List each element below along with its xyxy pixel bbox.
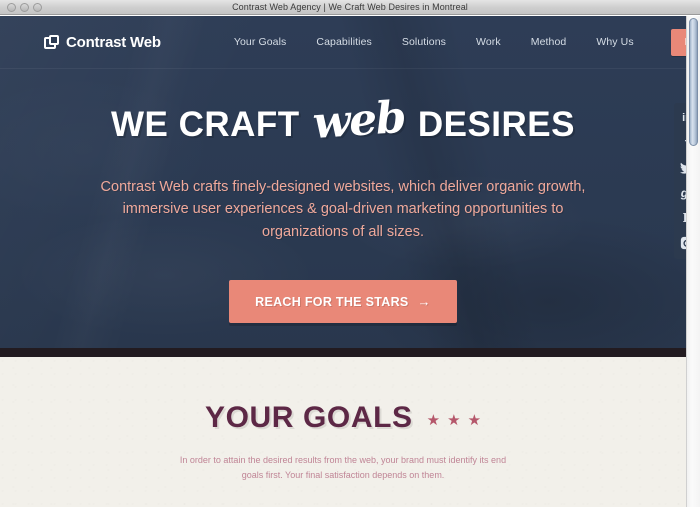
nav-item-why-us[interactable]: Why Us (581, 36, 648, 48)
vertical-scrollbar[interactable] (686, 16, 700, 507)
nav-item-work[interactable]: Work (461, 36, 516, 48)
star-icon: ★ (447, 411, 461, 429)
site-navbar: Contrast Web Your Goals Capabilities Sol… (0, 16, 686, 69)
hero-headline-part2: DESIRES (417, 104, 575, 144)
window-title: Contrast Web Agency | We Craft Web Desir… (232, 2, 468, 12)
star-rating-decoration: ★ ★ ★ (427, 413, 481, 428)
goals-title-row: YOUR GOALS ★ ★ ★ (0, 401, 686, 435)
nav-item-capabilities[interactable]: Capabilities (301, 36, 386, 48)
logo-text: Contrast Web (66, 33, 161, 51)
hero-section: Contrast Web Your Goals Capabilities Sol… (0, 16, 686, 348)
hero-headline-part1: WE CRAFT (111, 104, 300, 144)
scrollbar-thumb[interactable] (689, 18, 698, 146)
page-viewport: Contrast Web Your Goals Capabilities Sol… (0, 16, 700, 507)
star-icon: ★ (426, 411, 441, 429)
hero-content: WE CRAFT web DESIRES Contrast Web crafts… (0, 69, 686, 324)
hero-cta-label: REACH FOR THE STARS (255, 294, 409, 309)
goals-subtitle: In order to attain the desired results f… (179, 455, 507, 480)
section-divider (0, 348, 686, 357)
lets-talk-button[interactable]: Let's Talk ⟶ (670, 28, 686, 56)
arrow-right-icon: → (417, 294, 431, 310)
star-icon: ★ (467, 411, 482, 429)
webpage: Contrast Web Your Goals Capabilities Sol… (0, 16, 686, 507)
hero-headline-script-word: web (310, 91, 407, 150)
site-logo[interactable]: Contrast Web (44, 34, 161, 51)
hero-cta-wrapper: REACH FOR THE STARS → (0, 280, 686, 324)
reach-for-the-stars-button[interactable]: REACH FOR THE STARS → (229, 280, 457, 324)
browser-window: Contrast Web Agency | We Craft Web Desir… (0, 0, 700, 507)
nav-links: Your Goals Capabilities Solutions Work M… (219, 28, 686, 56)
goals-heading: YOUR GOALS (204, 401, 413, 434)
nav-item-method[interactable]: Method (516, 36, 582, 48)
hero-headline: WE CRAFT web DESIRES (0, 92, 686, 149)
contrast-web-logo-icon (44, 34, 59, 50)
nav-item-your-goals[interactable]: Your Goals (219, 36, 302, 48)
window-titlebar: Contrast Web Agency | We Craft Web Desir… (0, 0, 700, 15)
your-goals-section: YOUR GOALS ★ ★ ★ In order to attain the … (0, 357, 686, 507)
hero-paragraph: Contrast Web crafts finely-designed webs… (100, 179, 586, 240)
nav-item-solutions[interactable]: Solutions (387, 36, 461, 48)
